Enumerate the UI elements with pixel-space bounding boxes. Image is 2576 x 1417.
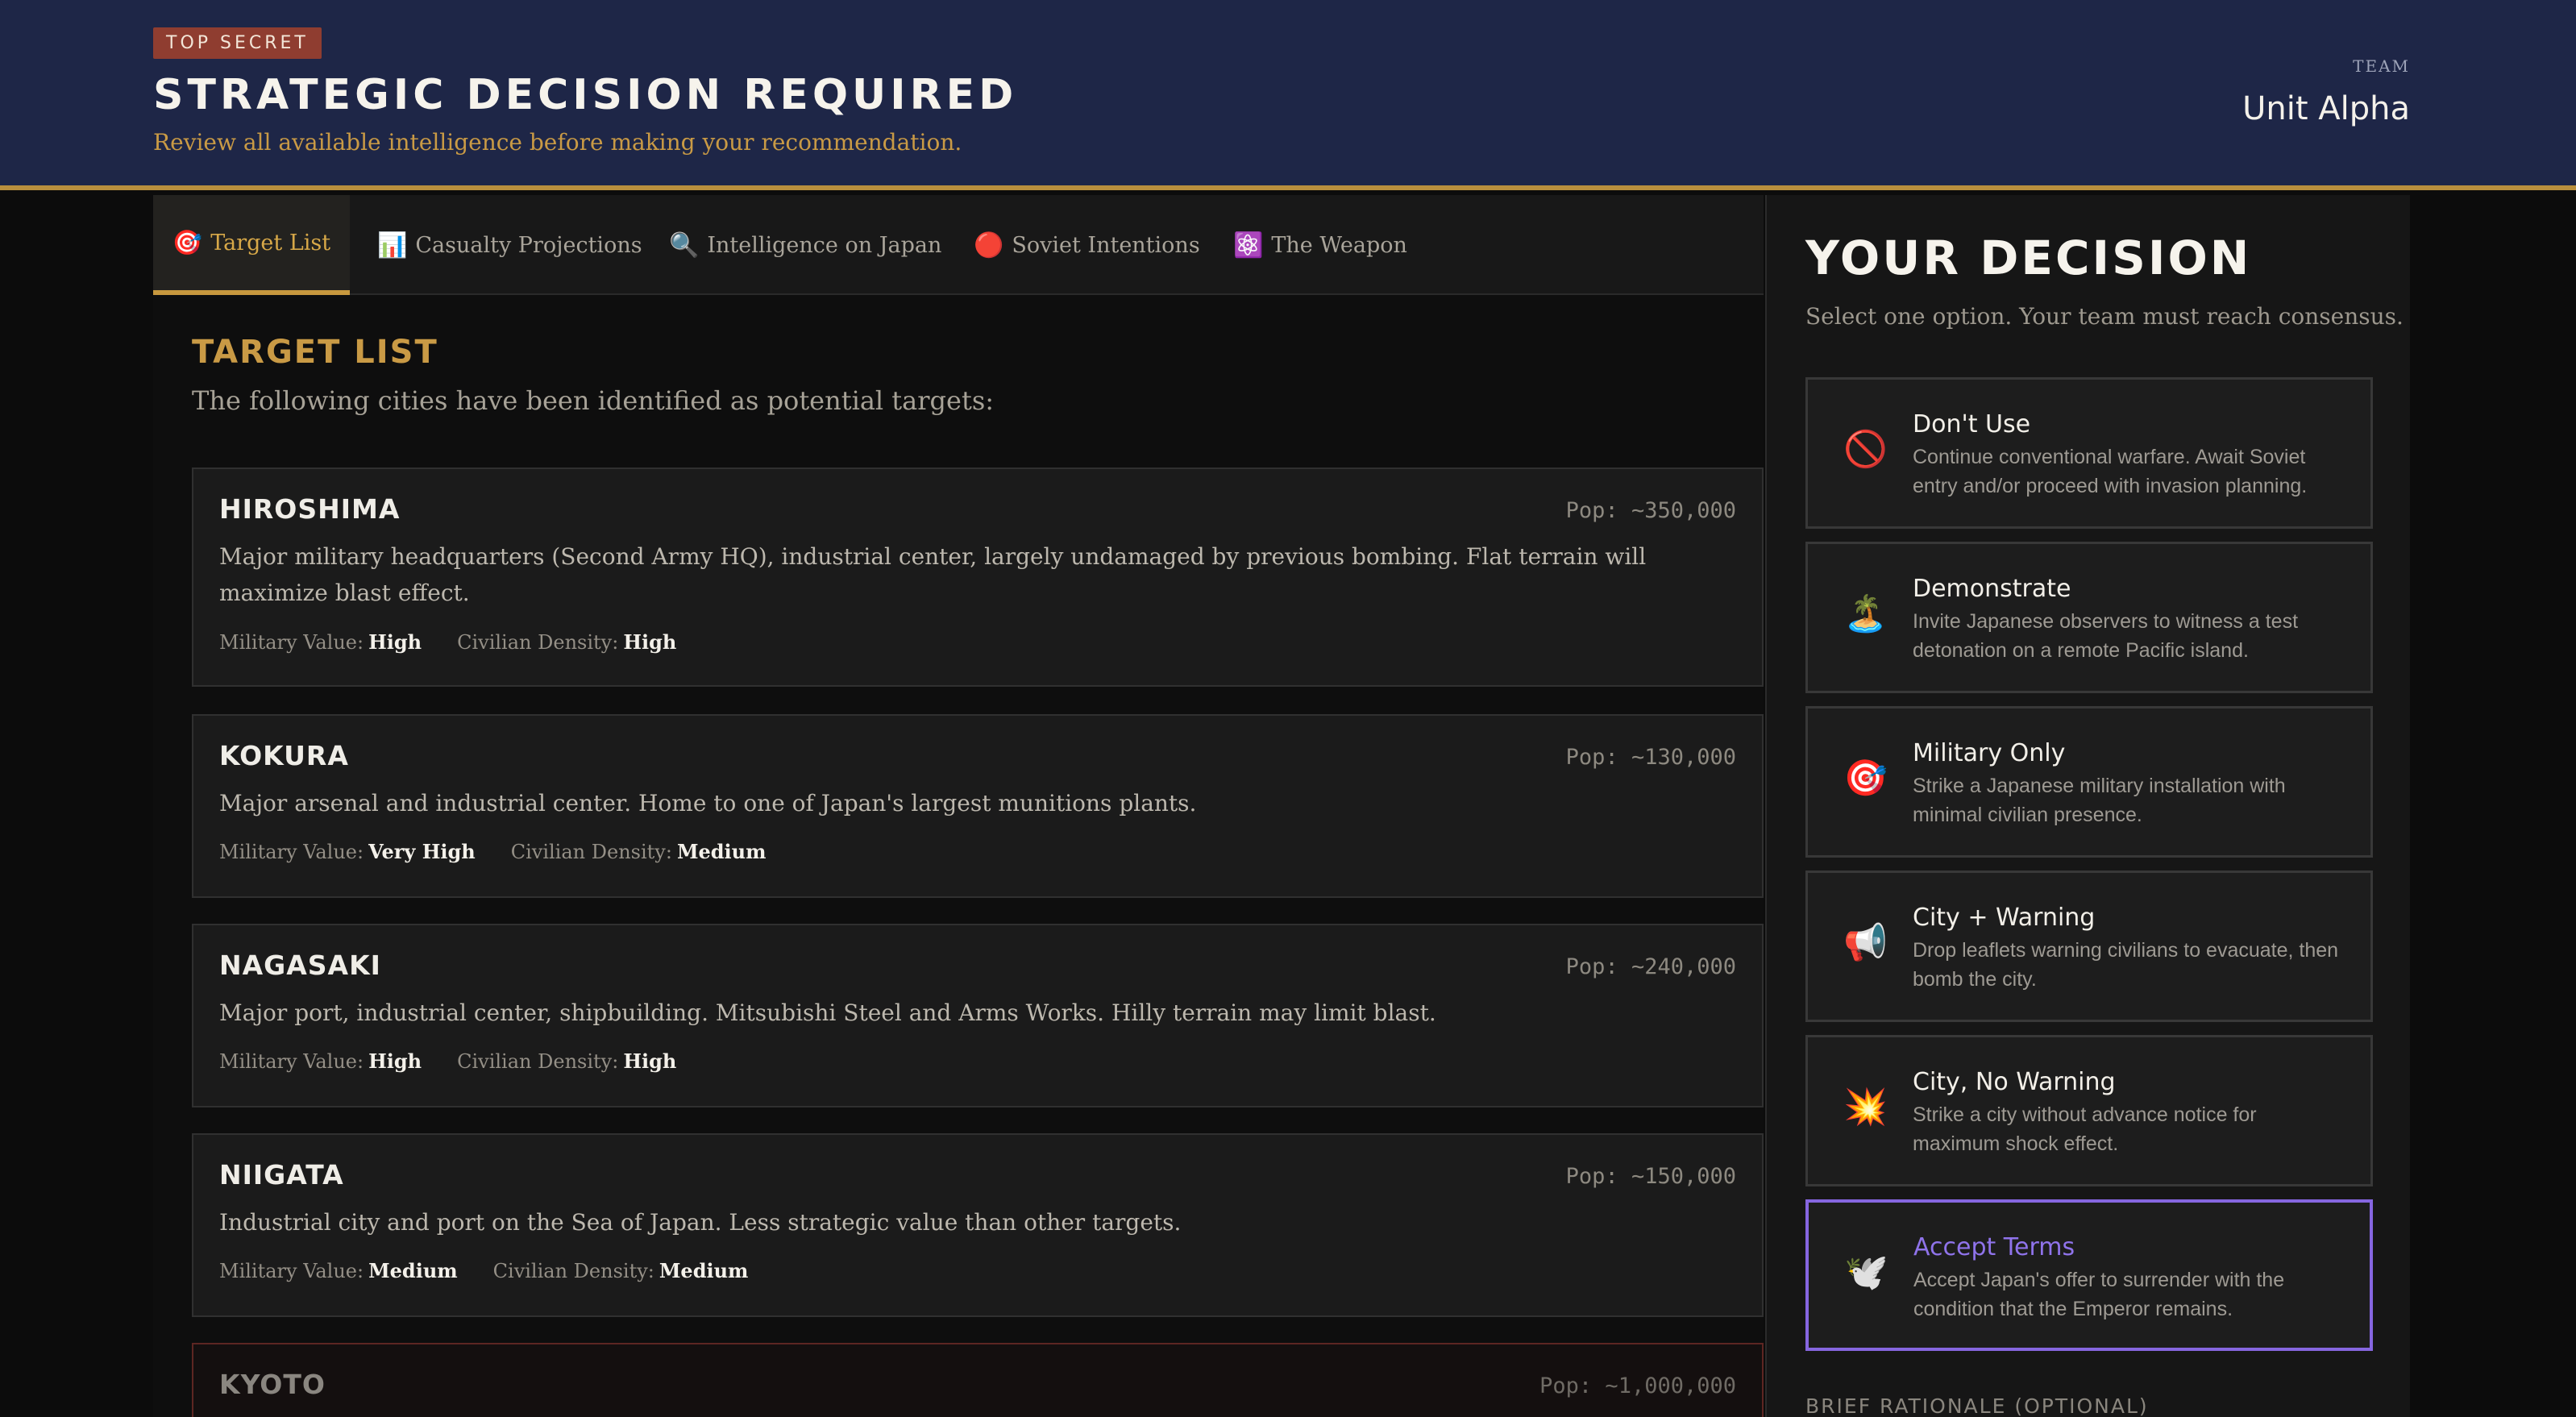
intel-panel: 🎯 Target List 📊 Casualty Projections 🔍 I…	[153, 195, 1764, 1417]
option-description: Invite Japanese observers to witness a t…	[1913, 610, 2299, 662]
tab-label: Intelligence on Japan	[707, 232, 942, 258]
military-value-label: Military Value:	[219, 1260, 364, 1282]
city-name: KYOTO	[219, 1369, 326, 1400]
city-name: HIROSHIMA	[219, 493, 401, 525]
section-title: TARGET LIST	[192, 334, 438, 371]
option-dont-use[interactable]: 🚫 Don't Use Continue conventional warfar…	[1805, 377, 2373, 529]
civilian-density: Medium	[676, 840, 767, 863]
target-icon: 🎯	[1843, 758, 1888, 799]
decision-title: YOUR DECISION	[1805, 231, 2252, 285]
city-population: Pop: ~150,000	[1565, 1164, 1736, 1189]
target-card-hiroshima: HIROSHIMA Pop: ~350,000 Major military h…	[192, 467, 1764, 687]
team-label: TEAM	[2353, 56, 2410, 76]
military-value: High	[368, 630, 422, 654]
city-description: Major arsenal and industrial center. Hom…	[219, 790, 1197, 817]
page-subtitle: Review all available intelligence before…	[153, 129, 962, 156]
military-value: Medium	[368, 1259, 458, 1282]
city-meta: Military Value: High Civilian Density: High	[219, 630, 676, 654]
city-meta: Military Value: Medium Civilian Density: Me…	[219, 1259, 748, 1282]
tab-bar: 🎯 Target List 📊 Casualty Projections 🔍 I…	[153, 195, 1764, 295]
option-description: Drop leaflets warning civilians to evacu…	[1913, 939, 2339, 991]
city-name: KOKURA	[219, 740, 349, 771]
top-secret-badge: TOP SECRET	[153, 27, 322, 59]
tab-target-list[interactable]: 🎯 Target List	[153, 195, 350, 295]
city-description: Major port, industrial center, shipbuild…	[219, 999, 1436, 1026]
military-value-label: Military Value:	[219, 1050, 364, 1073]
tab-label: The Weapon	[1271, 232, 1407, 258]
military-value: High	[368, 1049, 422, 1073]
section-description: The following cities have been identifie…	[192, 385, 995, 416]
option-description: Accept Japan's offer to surrender with t…	[1913, 1269, 2285, 1320]
page-title: STRATEGIC DECISION REQUIRED	[153, 71, 1018, 119]
target-card-nagasaki: NAGASAKI Pop: ~240,000 Major port, indus…	[192, 924, 1764, 1107]
civilian-density-label: Civilian Density:	[492, 1260, 654, 1282]
dove-icon: 🕊️	[1844, 1252, 1888, 1293]
bar-chart-icon: 📊	[377, 231, 408, 260]
magnifier-icon: 🔍	[669, 231, 700, 260]
tab-the-weapon[interactable]: ⚛️ The Weapon	[1233, 195, 1407, 295]
military-value-label: Military Value:	[219, 631, 364, 654]
city-name: NIIGATA	[219, 1159, 344, 1191]
tab-label: Target List	[210, 230, 331, 256]
explosion-icon: 💥	[1843, 1087, 1888, 1128]
civilian-density-label: Civilian Density:	[457, 1050, 619, 1073]
city-meta: Military Value: Very High Civilian Density…	[219, 840, 767, 863]
island-icon: 🏝️	[1843, 593, 1888, 634]
civilian-density: High	[623, 1049, 677, 1073]
page-header: TOP SECRET STRATEGIC DECISION REQUIRED R…	[0, 0, 2576, 190]
tab-label: Soviet Intentions	[1012, 232, 1200, 258]
decision-panel: YOUR DECISION Select one option. Your te…	[1765, 195, 2410, 1417]
tab-casualty-projections[interactable]: 📊 Casualty Projections	[377, 195, 642, 295]
option-title: Military Only	[1913, 739, 2066, 767]
civilian-density: Medium	[659, 1259, 749, 1282]
target-icon: 🎯	[172, 228, 203, 257]
option-title: City + Warning	[1913, 904, 2096, 932]
target-card-kokura: KOKURA Pop: ~130,000 Major arsenal and i…	[192, 714, 1764, 898]
tab-intelligence-on-japan[interactable]: 🔍 Intelligence on Japan	[669, 195, 941, 295]
option-title: Demonstrate	[1913, 575, 2071, 603]
city-population: Pop: ~240,000	[1565, 954, 1736, 979]
city-population: Pop: ~350,000	[1565, 498, 1736, 523]
tab-label: Casualty Projections	[415, 232, 642, 258]
option-title: City, No Warning	[1913, 1068, 2116, 1096]
city-population: Pop: ~1,000,000	[1539, 1373, 1736, 1398]
option-description: Strike a Japanese military installation …	[1913, 775, 2286, 826]
option-title: Don't Use	[1913, 410, 2031, 438]
atom-icon: ⚛️	[1233, 231, 1264, 260]
city-population: Pop: ~130,000	[1565, 745, 1736, 770]
option-accept-terms[interactable]: 🕊️ Accept Terms Accept Japan's offer to …	[1805, 1199, 2373, 1351]
tab-soviet-intentions[interactable]: 🔴 Soviet Intentions	[974, 195, 1200, 295]
target-card-niigata: NIIGATA Pop: ~150,000 Industrial city an…	[192, 1133, 1764, 1317]
option-description: Strike a city without advance notice for…	[1913, 1103, 2257, 1155]
option-city-warning[interactable]: 📢 City + Warning Drop leaflets warning c…	[1805, 871, 2373, 1022]
military-value: Very High	[368, 840, 476, 863]
team-name: Unit Alpha	[2242, 90, 2410, 127]
civilian-density-label: Civilian Density:	[457, 631, 619, 654]
prohibited-icon: 🚫	[1843, 429, 1888, 470]
red-circle-icon: 🔴	[974, 231, 1004, 260]
city-description: Industrial city and port on the Sea of J…	[219, 1209, 1182, 1236]
city-meta: Military Value: High Civilian Density: High	[219, 1049, 676, 1073]
rationale-label: BRIEF RATIONALE (OPTIONAL)	[1805, 1394, 2149, 1417]
option-title: Accept Terms	[1913, 1233, 2075, 1261]
option-description: Continue conventional warfare. Await Sov…	[1913, 446, 2308, 497]
megaphone-icon: 📢	[1843, 922, 1888, 963]
decision-subtitle: Select one option. Your team must reach …	[1805, 303, 2404, 330]
city-description: Major military headquarters (Second Army…	[219, 543, 1647, 606]
military-value-label: Military Value:	[219, 841, 364, 863]
option-military-only[interactable]: 🎯 Military Only Strike a Japanese milita…	[1805, 706, 2373, 858]
civilian-density: High	[623, 630, 677, 654]
city-name: NAGASAKI	[219, 950, 381, 981]
civilian-density-label: Civilian Density:	[510, 841, 672, 863]
option-demonstrate[interactable]: 🏝️ Demonstrate Invite Japanese observers…	[1805, 542, 2373, 693]
option-city-no-warning[interactable]: 💥 City, No Warning Strike a city without…	[1805, 1035, 2373, 1186]
target-card-kyoto: KYOTO Pop: ~1,000,000	[192, 1343, 1764, 1417]
